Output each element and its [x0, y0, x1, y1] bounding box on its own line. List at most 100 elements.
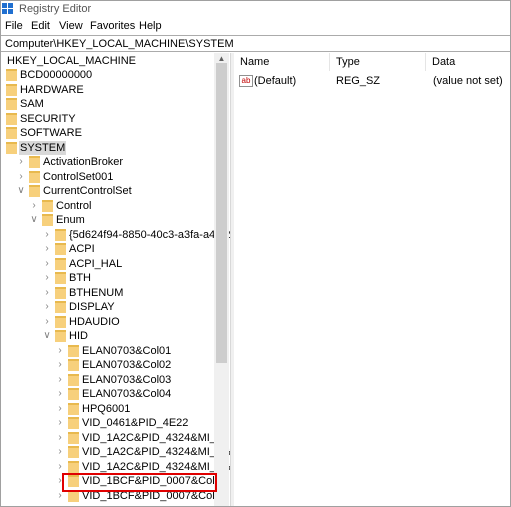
tree-node[interactable]: › VID_0461&PID_4E22 — [0, 416, 230, 431]
tree-node[interactable]: ∨ Enum — [0, 213, 230, 228]
folder-icon — [68, 359, 79, 371]
tree-node[interactable]: SAM — [0, 97, 230, 112]
chevron-right-icon[interactable]: › — [42, 243, 52, 254]
tree-node[interactable]: ∨ CurrentControlSet — [0, 184, 230, 199]
chevron-right-icon[interactable]: › — [29, 200, 39, 211]
tree-node[interactable]: SYSTEM — [0, 140, 230, 156]
tree-node[interactable]: › HPQ6001 — [0, 402, 230, 417]
tree-node[interactable]: ∨ HID — [0, 329, 230, 344]
tree-node[interactable]: › VID_1A2C&PID_4324&MI_01&Col0 — [0, 445, 230, 460]
tree-node[interactable]: › ACPI_HAL — [0, 257, 230, 272]
values-pane: Name Type Data ab (Default) REG_SZ (valu… — [234, 53, 510, 507]
tree-node-label[interactable]: HKEY_LOCAL_MACHINE — [6, 54, 137, 68]
tree-node[interactable]: › DISPLAY — [0, 300, 230, 315]
address-path[interactable]: Computer\HKEY_LOCAL_MACHINE\SYSTEM — [5, 38, 234, 50]
tree-node-label[interactable]: ACPI_HAL — [68, 257, 123, 271]
chevron-right-icon[interactable]: › — [55, 374, 65, 385]
tree-node-label[interactable]: SOFTWARE — [19, 126, 83, 140]
tree-node[interactable]: › {5d624f94-8850-40c3-a3fa-a4fd2080b — [0, 228, 230, 243]
tree-node-label[interactable]: SYSTEM — [19, 140, 67, 155]
chevron-down-icon[interactable]: ∨ — [42, 330, 52, 341]
chevron-right-icon[interactable]: › — [16, 156, 26, 167]
folder-icon — [29, 156, 40, 168]
tree-node[interactable]: › ELAN0703&Col02 — [0, 358, 230, 373]
tree-node[interactable]: › VID_1A2C&PID_4324&MI_00 — [0, 431, 230, 446]
tree-node[interactable]: › ELAN0703&Col01 — [0, 344, 230, 359]
chevron-right-icon[interactable]: › — [42, 229, 52, 240]
tree-node-label[interactable]: {5d624f94-8850-40c3-a3fa-a4fd2080b — [68, 228, 230, 242]
column-header-name[interactable]: Name — [234, 53, 330, 71]
tree-node-label[interactable]: ELAN0703&Col02 — [81, 358, 172, 372]
chevron-right-icon[interactable]: › — [55, 432, 65, 443]
tree-node-label[interactable]: ActivationBroker — [42, 155, 124, 169]
tree-node[interactable]: › ACPI — [0, 242, 230, 257]
chevron-right-icon[interactable]: › — [42, 287, 52, 298]
tree-scrollbar[interactable]: ▲ — [214, 53, 229, 507]
tree-node[interactable]: › ActivationBroker — [0, 155, 230, 170]
chevron-right-icon[interactable]: › — [42, 258, 52, 269]
tree-node[interactable]: › HDAUDIO — [0, 315, 230, 330]
tree-node-label[interactable]: Enum — [55, 213, 86, 227]
menu-file[interactable]: File — [5, 20, 23, 32]
chevron-right-icon[interactable]: › — [55, 446, 65, 457]
chevron-right-icon[interactable]: › — [42, 316, 52, 327]
tree-node-label[interactable]: SAM — [19, 97, 45, 111]
tree-node-label[interactable]: HID — [68, 329, 89, 343]
tree-node[interactable]: HARDWARE — [0, 83, 230, 98]
tree-node-label[interactable]: Control — [55, 199, 92, 213]
chevron-right-icon[interactable]: › — [55, 388, 65, 399]
tree-node[interactable]: › VID_1A2C&PID_4324&MI_01&Col0 — [0, 460, 230, 475]
tree-node-label[interactable]: VID_1A2C&PID_4324&MI_01&Col0 — [81, 445, 230, 459]
value-name: (Default) — [254, 75, 297, 87]
tree-node-label[interactable]: SECURITY — [19, 112, 77, 126]
menu-favorites[interactable]: Favorites — [90, 20, 135, 32]
chevron-right-icon[interactable]: › — [55, 359, 65, 370]
tree-node-label[interactable]: ControlSet001 — [42, 170, 114, 184]
tree-node-label[interactable]: HDAUDIO — [68, 315, 121, 329]
chevron-right-icon[interactable]: › — [42, 272, 52, 283]
tree-node-label[interactable]: ACPI — [68, 242, 96, 256]
tree-node[interactable]: › Control — [0, 199, 230, 214]
menu-help[interactable]: Help — [139, 20, 162, 32]
tree-node-label[interactable]: HPQ6001 — [81, 402, 131, 416]
chevron-right-icon[interactable]: › — [55, 417, 65, 428]
tree-node-label[interactable]: CurrentControlSet — [42, 184, 133, 198]
chevron-right-icon[interactable]: › — [55, 403, 65, 414]
column-header-data[interactable]: Data — [426, 53, 510, 71]
tree-node-label[interactable]: VID_1A2C&PID_4324&MI_01&Col0 — [81, 460, 230, 474]
tree-node[interactable]: › ELAN0703&Col03 — [0, 373, 230, 388]
tree-node-label[interactable]: VID_0461&PID_4E22 — [81, 416, 189, 430]
tree-node-label[interactable]: VID_1A2C&PID_4324&MI_00 — [81, 431, 229, 445]
value-row[interactable]: ab (Default) REG_SZ (value not set) — [234, 73, 510, 89]
tree-node-label[interactable]: ELAN0703&Col03 — [81, 373, 172, 387]
chevron-down-icon[interactable]: ∨ — [29, 214, 39, 225]
chevron-down-icon[interactable]: ∨ — [16, 185, 26, 196]
tree-node[interactable]: › BTHENUM — [0, 286, 230, 301]
tree-node[interactable]: › ELAN0703&Col04 — [0, 387, 230, 402]
chevron-right-icon[interactable]: › — [16, 171, 26, 182]
menu-edit[interactable]: Edit — [31, 20, 50, 32]
tree-node[interactable]: › ControlSet001 — [0, 170, 230, 185]
address-bar[interactable]: Computer\HKEY_LOCAL_MACHINE\SYSTEM — [1, 35, 510, 52]
tree-node[interactable]: › BTH — [0, 271, 230, 286]
chevron-right-icon[interactable]: › — [55, 461, 65, 472]
folder-icon — [29, 185, 40, 197]
tree-node-label[interactable]: ELAN0703&Col01 — [81, 344, 172, 358]
tree-node-label[interactable]: HARDWARE — [19, 83, 85, 97]
registry-tree[interactable]: HKEY_LOCAL_MACHINE BCD00000000 HARDWARE SAM… — [0, 53, 230, 507]
scrollbar-thumb[interactable] — [216, 63, 227, 363]
tree-node[interactable]: SOFTWARE — [0, 126, 230, 141]
tree-node[interactable]: SECURITY — [0, 112, 230, 127]
tree-node[interactable]: BCD00000000 — [0, 68, 230, 83]
menu-view[interactable]: View — [59, 20, 83, 32]
folder-icon — [55, 257, 66, 270]
tree-node-label[interactable]: BTHENUM — [68, 286, 124, 300]
tree-node[interactable]: HKEY_LOCAL_MACHINE — [0, 54, 230, 69]
tree-node-label[interactable]: ELAN0703&Col04 — [81, 387, 172, 401]
tree-node-label[interactable]: BCD00000000 — [19, 68, 93, 82]
chevron-right-icon[interactable]: › — [55, 345, 65, 356]
tree-node-label[interactable]: BTH — [68, 271, 92, 285]
tree-node-label[interactable]: DISPLAY — [68, 300, 116, 314]
column-header-type[interactable]: Type — [330, 53, 426, 71]
chevron-right-icon[interactable]: › — [42, 301, 52, 312]
